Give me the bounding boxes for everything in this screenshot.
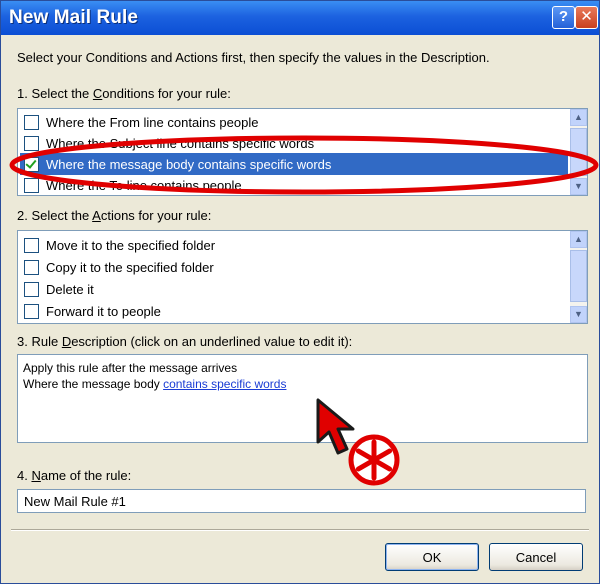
intro-text: Select your Conditions and Actions first… [17,50,490,65]
separator [11,529,589,531]
chevron-up-icon: ▲ [574,234,583,244]
action-item[interactable]: Copy it to the specified folder [20,256,568,278]
condition-item[interactable]: Where the To line contains people [20,174,568,195]
new-mail-rule-dialog: New Mail Rule ? ✕ Select your Conditions… [0,0,600,584]
chevron-down-icon: ▼ [574,309,583,319]
rule-name-label: 4. Name of the rule: [17,468,132,483]
action-checkbox[interactable] [24,303,39,319]
scroll-up-button[interactable]: ▲ [570,109,587,126]
close-button[interactable]: ✕ [575,6,598,29]
scroll-down-button[interactable]: ▼ [570,178,587,195]
condition-item-selected[interactable]: Where the message body contains specific… [20,153,568,175]
cancel-button[interactable]: Cancel [489,543,583,571]
action-item[interactable]: Delete it [20,278,568,300]
action-checkbox[interactable] [24,281,39,297]
chevron-up-icon: ▲ [574,112,583,122]
scroll-up-button[interactable]: ▲ [570,231,587,248]
actions-label: 2. Select the Actions for your rule: [17,208,212,223]
chevron-down-icon: ▼ [574,181,583,191]
condition-checkbox[interactable] [24,114,39,130]
window-title: New Mail Rule [9,7,139,28]
condition-item[interactable]: Where the Subject line contains specific… [20,132,568,154]
condition-checkbox-checked[interactable] [24,156,39,172]
scroll-down-button[interactable]: ▼ [570,306,587,323]
help-button[interactable]: ? [552,6,575,29]
actions-scrollbar[interactable]: ▲ ▼ [570,231,587,323]
action-item[interactable]: Forward it to people [20,300,568,322]
action-item[interactable]: Move it to the specified folder [20,234,568,256]
ok-button[interactable]: OK [385,543,479,571]
rule-name-input[interactable] [17,489,586,513]
scroll-thumb[interactable] [570,128,587,176]
help-icon: ? [558,8,569,25]
description-line-2: Where the message body contains specific… [23,377,287,391]
action-checkbox[interactable] [24,237,39,253]
specific-words-link[interactable]: contains specific words [163,377,286,391]
conditions-label: 1. Select the Conditions for your rule: [17,86,231,101]
conditions-scrollbar[interactable]: ▲ ▼ [570,109,587,195]
conditions-list[interactable]: Where the From line contains people Wher… [17,108,588,196]
scroll-thumb[interactable] [570,250,587,302]
condition-checkbox[interactable] [24,135,39,151]
condition-item[interactable]: Where the From line contains people [20,111,568,133]
actions-list[interactable]: Move it to the specified folder Copy it … [17,230,588,324]
title-bar: New Mail Rule ? ✕ [1,1,599,35]
description-line-1: Apply this rule after the message arrive… [23,361,238,375]
close-icon: ✕ [580,8,593,25]
action-checkbox[interactable] [24,259,39,275]
rule-description-label: 3. Rule Description (click on an underli… [17,334,353,349]
rule-description-box: Apply this rule after the message arrive… [17,354,588,443]
condition-checkbox[interactable] [24,177,39,193]
